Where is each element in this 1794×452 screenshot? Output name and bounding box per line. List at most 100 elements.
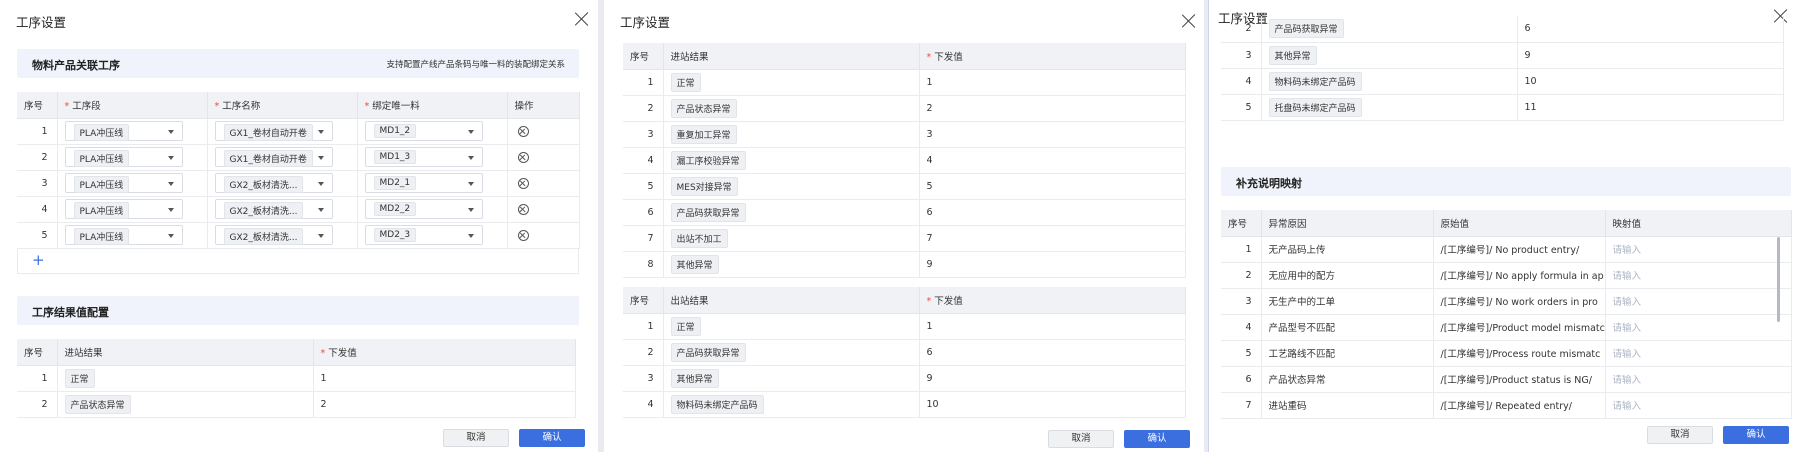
cell-value[interactable]: 6: [1517, 16, 1784, 43]
confirm-button[interactable]: 确认: [519, 429, 585, 447]
material-select[interactable]: MD2_1: [364, 173, 483, 193]
cancel-button[interactable]: 取消: [1048, 430, 1114, 448]
dialog-title: 工序设置: [16, 15, 67, 30]
cell-value[interactable]: 2: [313, 391, 576, 418]
row-no: 3: [17, 170, 58, 197]
cell-value[interactable]: 9: [919, 251, 1186, 278]
row-no: 5: [623, 173, 664, 200]
cell-action: [507, 222, 580, 249]
delete-circle-icon[interactable]: [517, 125, 529, 137]
col-header-no: 序号: [17, 92, 58, 119]
cell-result: 其他异常: [1261, 42, 1518, 69]
mapped-value-input[interactable]: 请输入: [1605, 288, 1792, 315]
result-tag: 正常: [670, 72, 701, 92]
delete-circle-icon[interactable]: [517, 203, 529, 215]
mapped-value-input[interactable]: 请输入: [1605, 314, 1792, 341]
cell-reason: 无生产中的工单: [1261, 288, 1434, 315]
delete-circle-icon[interactable]: [517, 229, 529, 241]
cell-process: GX1_卷材自动开卷: [207, 118, 358, 145]
table-row: 2 无应用中的配方/[工序编号]/ No apply formula in ap 请…: [1221, 262, 1792, 289]
material-select[interactable]: MD1_2: [364, 121, 483, 141]
add-row-button[interactable]: +: [32, 251, 45, 269]
material-select[interactable]: MD2_2: [364, 199, 483, 219]
segment-select-value: PLA冲压线: [73, 124, 130, 141]
row-no: 1: [623, 313, 664, 340]
cell-value[interactable]: 9: [1517, 42, 1784, 69]
segment-select-value: PLA冲压线: [73, 228, 130, 245]
segment-select[interactable]: PLA冲压线: [64, 225, 183, 245]
process-select[interactable]: GX2_板材清洗...: [214, 173, 333, 193]
cell-value[interactable]: 10: [1517, 68, 1784, 95]
cell-value[interactable]: 3: [919, 121, 1186, 148]
col-header-process: * 工序名称: [207, 92, 358, 119]
cell-value[interactable]: 1: [919, 313, 1186, 340]
table-scrollbar[interactable]: [1777, 237, 1780, 322]
mapped-value-input[interactable]: 请输入: [1605, 236, 1792, 263]
row-no: 4: [623, 391, 664, 418]
confirm-button[interactable]: 确认: [1124, 430, 1190, 448]
table-row: 5 PLA冲压线 GX2_板材清洗... MD2_3: [17, 222, 580, 249]
cell-value[interactable]: 11: [1517, 94, 1784, 121]
process-select[interactable]: GX2_板材清洗...: [214, 199, 333, 219]
row-no: 3: [623, 365, 664, 392]
cell-value[interactable]: 4: [919, 147, 1186, 174]
result-tag: 产品状态异常: [670, 98, 737, 118]
table-header-row: 序号 进站结果 * 下发值: [17, 339, 576, 366]
cell-process: GX2_板材清洗...: [207, 170, 358, 197]
cell-value[interactable]: 2: [919, 95, 1186, 122]
delete-circle-icon[interactable]: [517, 177, 529, 189]
cell-result: 正常: [57, 365, 314, 392]
table-row: 4 物料码未绑定产品码 10: [623, 391, 1186, 418]
process-select[interactable]: GX2_板材清洗...: [214, 225, 333, 245]
cell-raw: /[工序编号]/ No work orders in pro: [1433, 288, 1606, 315]
cell-raw: /[工序编号]/Product status is NG/: [1433, 366, 1606, 393]
cell-reason: 产品型号不匹配: [1261, 314, 1434, 341]
delete-circle-icon[interactable]: [517, 151, 529, 163]
segment-select[interactable]: PLA冲压线: [64, 173, 183, 193]
material-select-value: MD2_1: [373, 176, 417, 190]
result-tag: MES对接异常: [670, 176, 738, 196]
cell-value[interactable]: 10: [919, 391, 1186, 418]
mapped-value-input[interactable]: 请输入: [1605, 392, 1792, 419]
confirm-button[interactable]: 确认: [1723, 426, 1789, 444]
cell-value[interactable]: 6: [919, 199, 1186, 226]
chevron-down-icon: [467, 208, 474, 212]
cancel-button[interactable]: 取消: [1647, 426, 1713, 444]
segment-select[interactable]: PLA冲压线: [64, 121, 183, 141]
close-icon[interactable]: [575, 12, 589, 26]
material-select-value: MD2_3: [373, 228, 417, 242]
cell-reason: 工艺路线不匹配: [1261, 340, 1434, 367]
cell-value[interactable]: 1: [313, 365, 576, 392]
table-row: 6 产品码获取异常 6: [623, 199, 1186, 226]
process-select[interactable]: GX1_卷材自动开卷: [214, 121, 333, 141]
table-header-row: 序号 * 工序段 * 工序名称 * 绑定唯一料 操作: [17, 92, 580, 119]
material-select[interactable]: MD1_3: [364, 147, 483, 167]
cell-value[interactable]: 7: [919, 225, 1186, 252]
mapped-value-input[interactable]: 请输入: [1605, 366, 1792, 393]
close-icon[interactable]: [1182, 14, 1196, 28]
row-no: 4: [1221, 314, 1262, 341]
mapped-value-input[interactable]: 请输入: [1605, 340, 1792, 367]
segment-select[interactable]: PLA冲压线: [64, 199, 183, 219]
row-no: 7: [1221, 392, 1262, 419]
material-select[interactable]: MD2_3: [364, 225, 483, 245]
cell-segment: PLA冲压线: [57, 118, 208, 145]
cell-value[interactable]: 9: [919, 365, 1186, 392]
cell-value[interactable]: 6: [919, 339, 1186, 366]
col-header-raw: 原始值: [1433, 210, 1606, 237]
cell-value[interactable]: 1: [919, 69, 1186, 96]
row-no: 2: [623, 339, 664, 366]
cancel-button[interactable]: 取消: [443, 429, 509, 447]
mapped-value-input[interactable]: 请输入: [1605, 262, 1792, 289]
cell-value[interactable]: 5: [919, 173, 1186, 200]
result-tag: 正常: [670, 316, 701, 336]
segment-select[interactable]: PLA冲压线: [64, 147, 183, 167]
section-result-config: 工序结果值配置: [17, 296, 579, 325]
chevron-down-icon: [317, 234, 324, 238]
table-row: 4 物料码未绑定产品码 10: [1221, 68, 1784, 95]
row-no: 5: [17, 222, 58, 249]
process-select[interactable]: GX1_卷材自动开卷: [214, 147, 333, 167]
table-row: 4 PLA冲压线 GX2_板材清洗... MD2_2: [17, 196, 580, 223]
chevron-down-icon: [467, 156, 474, 160]
col-header-no: 序号: [623, 43, 664, 70]
